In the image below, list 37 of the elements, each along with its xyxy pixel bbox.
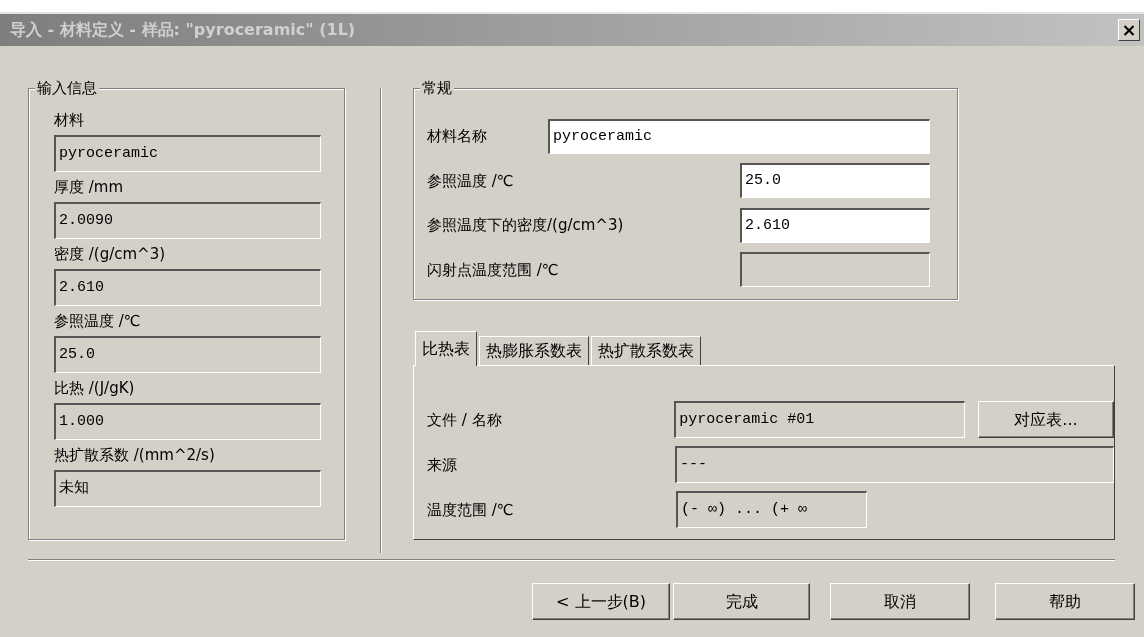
readonly-field: 25.0 — [54, 336, 321, 373]
field-label: 材料名称 — [427, 126, 488, 148]
group-title: 输入信息 — [35, 78, 99, 98]
tab[interactable]: 热扩散系数表 — [591, 336, 701, 365]
readonly-field: 2.610 — [54, 269, 321, 306]
dialog-button[interactable]: 取消 — [830, 583, 970, 620]
field-label: 材料 — [54, 110, 85, 131]
group-title: 常规 — [420, 78, 454, 98]
readonly-field: 1.000 — [54, 403, 321, 440]
field-label: 闪射点温度范围 /℃ — [427, 259, 560, 281]
field-label: 参照温度 /℃ — [427, 170, 515, 192]
field-label: 密度 /(g/cm^3) — [54, 244, 167, 265]
field-label: 热扩散系数 /(mm^2/s) — [54, 445, 216, 466]
field-label: 来源 — [427, 454, 458, 476]
input-field[interactable]: 2.610 — [740, 207, 930, 243]
input-field[interactable]: 25.0 — [740, 163, 930, 199]
field-label: 参照温度下的密度/(g/cm^3) — [427, 215, 625, 237]
field-label: 温度范围 /℃ — [427, 499, 515, 521]
readonly-field: (- ∞) ... (+ ∞ — [676, 491, 867, 528]
field-label: 文件 / 名称 — [427, 409, 503, 431]
field-label: 参照温度 /℃ — [54, 311, 142, 332]
dialog-button[interactable]: 完成 — [673, 583, 810, 620]
tab[interactable]: 热膨胀系数表 — [479, 336, 589, 365]
readonly-field: 2.0090 — [54, 202, 321, 239]
readonly-field: 未知 — [54, 470, 321, 507]
readonly-field: --- — [674, 446, 1114, 483]
tab[interactable]: 比热表 — [415, 331, 477, 366]
dialog-button[interactable]: 帮助 — [995, 583, 1135, 620]
input-field[interactable]: pyroceramic — [548, 118, 930, 154]
readonly-field: pyroceramic — [54, 135, 321, 172]
mapping-button[interactable]: 对应表... — [977, 401, 1114, 438]
window-title: 导入 - 材料定义 - 样品: "pyroceramic" (1L) — [10, 19, 356, 41]
field-label: 比热 /(J/gK) — [54, 378, 136, 399]
readonly-field: pyroceramic #01 — [674, 401, 965, 438]
dialog-button[interactable]: < 上一步(B) — [532, 583, 670, 620]
field-label: 厚度 /mm — [54, 177, 125, 198]
close-button[interactable]: × — [1118, 19, 1140, 41]
